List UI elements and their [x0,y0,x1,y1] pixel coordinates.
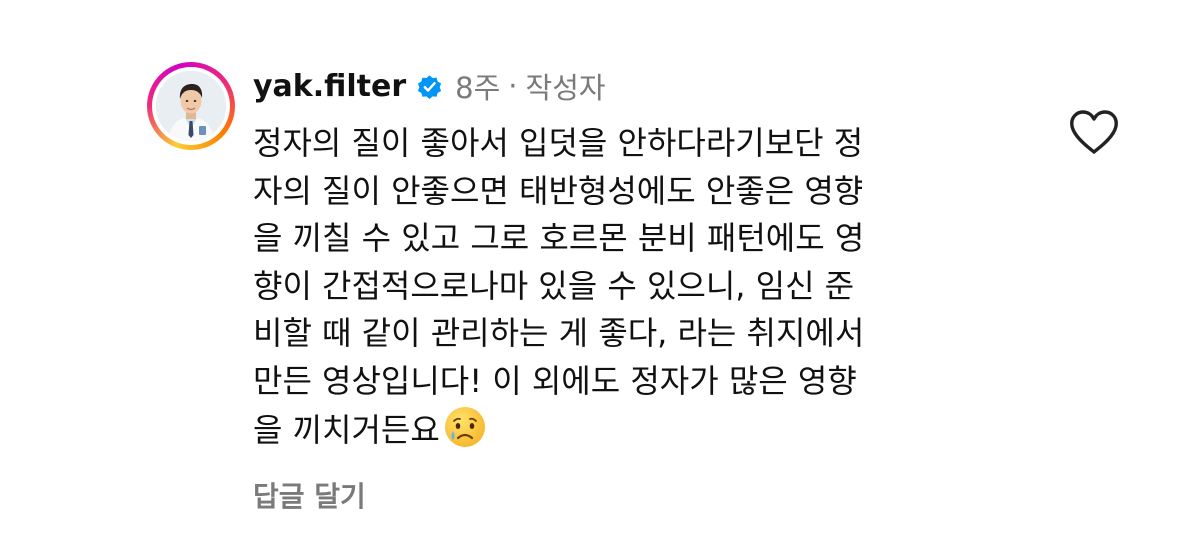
comment-line: 만든 영상입니다! 이 외에도 정자가 많은 영향 [253,361,857,400]
comment-line: 비할 때 같이 관리하는 게 좋다, 라는 취지에서 [253,314,865,352]
meta-separator: · [508,69,518,103]
comment-line: 자의 질이 안좋으면 태반형성에도 안좋은 영향 [253,171,864,210]
comment-line-last: 을 끼치거든요 [253,405,1033,455]
comment-line-text: 을 끼치거든요 [253,411,440,449]
reply-button[interactable]: 답글 달기 [253,475,366,515]
crying-face-emoji-icon [443,405,487,449]
verified-badge-icon [415,72,444,101]
comment-line: 정자의 질이 좋아서 입덧을 안하다라기보단 정 [253,124,864,162]
comment-line: 을 끼칠 수 있고 그로 호르몬 분비 패턴에도 영 [253,219,865,257]
comment-text: 정자의 질이 좋아서 입덧을 안하다라기보단 정 자의 질이 안좋으면 태반형성… [253,120,1033,455]
comment-line: 향이 간접적으로나마 있을 수 있으니, 임신 준 [253,266,855,305]
avatar-story-ring[interactable] [147,62,235,150]
author-badge: 작성자 [525,71,606,105]
comment-header: yak.filter 8주 · 작성자 [253,64,606,108]
comment-timestamp: 8주 [455,71,501,105]
heart-outline-icon[interactable] [1068,108,1120,156]
avatar[interactable] [156,71,226,141]
username[interactable]: yak.filter [253,69,406,104]
